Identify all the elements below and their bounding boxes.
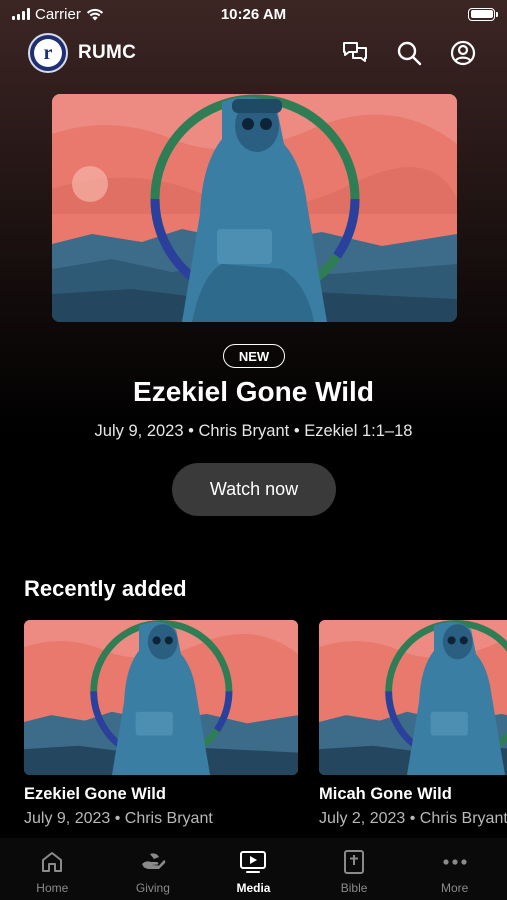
account-icon: [450, 40, 476, 66]
media-card[interactable]: Micah Gone Wild July 2, 2023 • Chris Bry…: [319, 620, 507, 828]
brand-name: RUMC: [78, 42, 137, 63]
app-header: r RUMC: [0, 32, 507, 74]
tab-label: Bible: [340, 881, 368, 895]
tab-giving[interactable]: Giving: [103, 838, 204, 900]
signal-icon: [12, 8, 30, 20]
sermon-artwork-image: [319, 620, 507, 775]
status-bar: Carrier 10:26 AM: [0, 0, 507, 28]
battery-icon: [468, 7, 498, 21]
tab-home[interactable]: Home: [2, 838, 103, 900]
home-icon: [38, 848, 66, 876]
hero-artwork[interactable]: [52, 94, 457, 322]
giving-hand-icon: [139, 848, 167, 876]
card-title: Micah Gone Wild: [319, 785, 452, 803]
tab-label: Home: [36, 881, 69, 895]
tab-label: Giving: [135, 881, 170, 895]
card-artwork: [319, 620, 507, 775]
tab-more[interactable]: More: [404, 838, 505, 900]
tab-label: Media: [236, 881, 271, 895]
card-title: Ezekiel Gone Wild: [24, 785, 166, 803]
hero-title: Ezekiel Gone Wild: [133, 376, 374, 407]
carrier-label: Carrier: [35, 5, 81, 23]
church-logo: r: [28, 33, 68, 73]
media-play-icon: [239, 848, 267, 876]
card-artwork: [24, 620, 298, 775]
watch-now-button[interactable]: Watch now: [172, 463, 336, 516]
status-right: [355, 7, 498, 21]
card-meta: July 9, 2023 • Chris Bryant: [24, 810, 213, 827]
media-card[interactable]: Ezekiel Gone Wild July 9, 2023 • Chris B…: [24, 620, 298, 828]
tab-media[interactable]: Media: [203, 838, 304, 900]
hero-meta: July 9, 2023 • Chris Bryant • Ezekiel 1:…: [94, 422, 413, 440]
chat-icon: [343, 42, 367, 62]
tab-bar: Home Giving Media Bible More: [0, 838, 507, 900]
bible-icon: [340, 848, 368, 876]
status-time: 10:26 AM: [220, 5, 287, 23]
search-icon: [397, 41, 422, 66]
search-button[interactable]: [393, 37, 425, 69]
header-actions: [339, 37, 479, 69]
logo-letter: r: [43, 42, 53, 64]
wifi-icon: [86, 8, 103, 20]
sermon-artwork-image: [52, 94, 457, 322]
sermon-artwork-image: [24, 620, 298, 775]
account-button[interactable]: [447, 37, 479, 69]
brand[interactable]: r RUMC: [28, 33, 136, 73]
tab-label: More: [441, 881, 469, 895]
more-dots-icon: [441, 848, 469, 876]
card-meta: July 2, 2023 • Chris Bryant: [319, 810, 507, 827]
recently-added-carousel[interactable]: Ezekiel Gone Wild July 9, 2023 • Chris B…: [24, 620, 507, 840]
status-left: Carrier: [12, 6, 152, 23]
chat-button[interactable]: [339, 37, 371, 69]
new-badge: NEW: [223, 344, 285, 368]
tab-bible[interactable]: Bible: [304, 838, 405, 900]
section-title-recently-added: Recently added: [24, 576, 187, 601]
